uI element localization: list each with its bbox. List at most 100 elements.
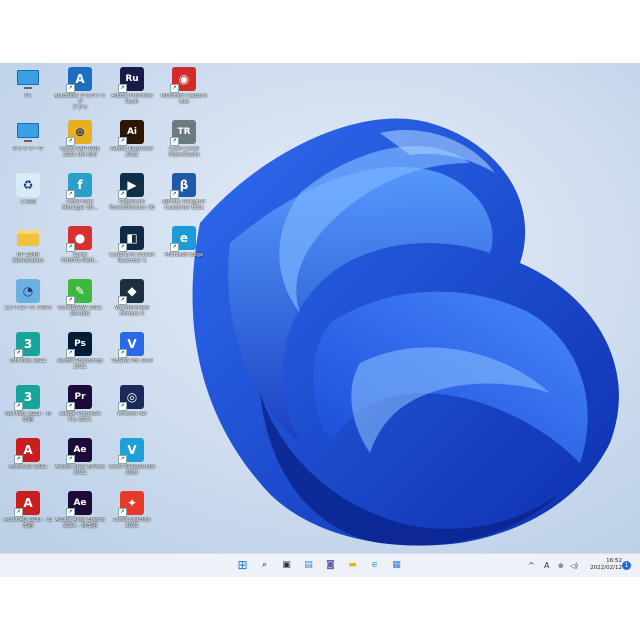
desktop-icon[interactable]: ◆ ↗ Wondershare Filmora X [106,279,158,327]
desktop-icon[interactable]: A ↗ AutoCAD 2021 [2,438,54,486]
file-explorer-icon[interactable]: ▬ [346,559,359,572]
shortcut-arrow-icon: ↗ [66,402,75,411]
desktop-icon[interactable]: A ↗ AutoCAD 2021 - 日 本語 [2,491,54,539]
multicam-capture-icon: ◉ ↗ [170,67,196,93]
shortcut-arrow-icon: ↗ [66,349,75,358]
screen-recorder-icon: ◧ ↗ [118,226,144,252]
fastflick-icon: ✦ ↗ [118,491,144,517]
autodesk-app-icon: A ↗ [66,67,92,93]
clock-date: 2022/02/12 [590,565,622,571]
desktop-icon[interactable]: V ↗ Corel VideoStudio 2021 [106,438,158,486]
desktop-icon[interactable]: Ru ↗ Adobe Premiere Rush [106,67,158,115]
task-view-icon[interactable]: ▣ [280,559,293,572]
desktop-icon-label: CyberLink Screen Recorder 4 [109,252,155,264]
notification-badge[interactable]: 1 [622,561,631,570]
desktop-icon-label: Adobe Premiere Pro 2021 [59,411,101,423]
desktop-icon[interactable]: ネットワーク [2,120,54,168]
desktop-icon[interactable]: ♻ ごみ箱 [2,173,54,221]
desktop-icon-label: ネットワーク [12,146,44,152]
ime-indicator[interactable]: A [544,561,549,571]
desktop-icon[interactable]: Ps ↗ Adobe Photoshop 2021 [54,332,106,380]
desktop-icon[interactable]: A ↗ Autodesk デスクトップ アプリ [54,67,106,115]
desktop-icon[interactable]: Ae ↗ Adobe After Effects 2021 - 日本語 [54,491,106,539]
folder-icon [16,226,40,250]
shortcut-arrow-icon: ↗ [118,243,127,252]
shortcut-arrow-icon: ↗ [118,137,127,146]
shortcut-arrow-icon: ↗ [118,508,127,517]
desktop-icon[interactable]: ◧ ↗ CyberLink Screen Recorder 4 [106,226,158,274]
desktop-icon[interactable]: ◔ コントロール パネル [2,279,54,327]
volume-tray-icon[interactable]: ◁) [570,561,578,571]
shortcut-arrow-icon: ↗ [66,84,75,93]
after-effects-icon: Ae ↗ [66,438,92,464]
shortcut-arrow-icon: ↗ [118,84,127,93]
desktop-icon-label: VEGAS Pro 19.0 [111,358,153,364]
shortcut-arrow-icon: ↗ [66,508,75,517]
desktop-icon-label: AutoCAD 2021 - 日 本語 [3,517,53,529]
coreldraw-icon: ✎ ↗ [66,279,92,305]
premiere-rush-icon: Ru ↗ [118,67,144,93]
corel-photo-paint-icon: ● ↗ [66,226,92,252]
shortcut-arrow-icon: ↗ [66,190,75,199]
desktop-icon-label: Learn Corel VideoStudio [168,146,200,158]
shortcut-arrow-icon: ↗ [118,455,127,464]
shortcut-arrow-icon: ↗ [118,190,127,199]
desktop-icon-label: 3ds Max 2021 [9,358,47,364]
desktop-icon[interactable]: ▶ ↗ CyberLink PowerDirector 20 [106,173,158,221]
desktop-icon[interactable]: 3 ↗ 3ds Max 2021 - 日 本語 [2,385,54,433]
desktop-icon[interactable]: TR ↗ Learn Corel VideoStudio [158,120,210,168]
cinema4d-icon: ◎ ↗ [118,385,144,411]
desktop-icon[interactable]: e ↗ Microsoft Edge [158,226,210,274]
desktop-icon[interactable]: ⊕ ↗ Corel CAPTURE 2021 (64-bit) [54,120,106,168]
3dsmax-jp-icon: 3 ↗ [14,385,40,411]
control-panel-icon: ◔ [16,279,40,303]
desktop-icon[interactable]: f ↗ Corel Font Manager 20... [54,173,106,221]
desktop-icon[interactable]: 3 ↗ 3ds Max 2021 [2,332,54,380]
shortcut-arrow-icon: ↗ [66,455,75,464]
powerdirector-icon: ▶ ↗ [118,173,144,199]
autocad-icon: A ↗ [14,438,40,464]
shortcut-arrow-icon: ↗ [66,243,75,252]
search-icon[interactable]: ⌕ [258,559,271,572]
desktop-icon[interactable]: PC [2,67,54,115]
corel-font-manager-icon: f ↗ [66,173,92,199]
desktop-icon-label: 3ds Max 2021 - 日 本語 [4,411,52,423]
desktop-icon[interactable]: ◉ ↗ Multicam Capture Lite [158,67,210,115]
desktop-icon[interactable]: Ai ↗ Adobe Illustrator 2022 [106,120,158,168]
desktop-icon-label: PC [24,93,32,99]
start-icon[interactable]: ⊞ [236,559,249,572]
shortcut-arrow-icon: ↗ [170,190,179,199]
desktop-icon[interactable]: ✎ ↗ CorelDRAW 2021 (64-Bit) [54,279,106,327]
desktop-icon-label: Cinema 4D [117,411,147,417]
desktop-icon[interactable]: ● ↗ Corel PHOTO-PAIN... [54,226,106,274]
desktop-icon[interactable]: ◎ ↗ Cinema 4D [106,385,158,433]
desktop-icon-label: Corel Font Manager 20... [62,199,98,211]
desktop-icon[interactable]: Ae ↗ Adobe After Effects 2021 [54,438,106,486]
desktop-icon-label: Autodesk デスクトップ アプリ [54,93,106,111]
widgets-icon[interactable]: ▤ [302,559,315,572]
desktop-icon[interactable]: β ↗ Affinity Designer Customer Beta [158,173,210,221]
shortcut-arrow-icon: ↗ [170,137,179,146]
filmora-icon: ◆ ↗ [118,279,144,305]
taskbar: ⊞ ⌕ ▣ ▤ ◙ ▬ e ▦ ^ A ⊕ ◁) 16:52 2022/02/12 1 [0,553,640,577]
desktop-icon-label: Wondershare Filmora X [114,305,150,317]
desktop-icon-label: CorelDRAW 2021 (64-Bit) [57,305,103,317]
clock[interactable]: 16:52 2022/02/12 [586,558,622,572]
desktop-icon-label: CyberLink PowerDirector 20 [109,199,155,211]
tray-overflow-chevron[interactable]: ^ [528,561,535,571]
shortcut-arrow-icon: ↗ [118,349,127,358]
network-tray-icon[interactable]: ⊕ [558,561,564,571]
desktop-icon[interactable]: Pr ↗ Adobe Premiere Pro 2021 [54,385,106,433]
desktop-icon-label: Adobe After Effects 2021 - 日本語 [55,517,105,529]
desktop-icon[interactable]: HP Z640 Workstation [2,226,54,274]
desktop-icon[interactable]: ✦ ↗ Corel FastFlick 2021 [106,491,158,539]
desktop-icon-label: コントロール パネル [3,305,53,311]
desktop-icon[interactable]: V ↗ VEGAS Pro 19.0 [106,332,158,380]
store-icon[interactable]: ▦ [390,559,403,572]
shortcut-arrow-icon: ↗ [66,296,75,305]
edge-icon[interactable]: e [368,559,381,572]
shortcut-arrow-icon: ↗ [170,84,179,93]
clock-time: 16:52 [606,558,622,564]
desktop-screen: PC A ↗ Autodesk デスクトップ アプリ Ru ↗ Adobe Premiere… [0,63,640,577]
teams-chat-icon[interactable]: ◙ [324,559,337,572]
